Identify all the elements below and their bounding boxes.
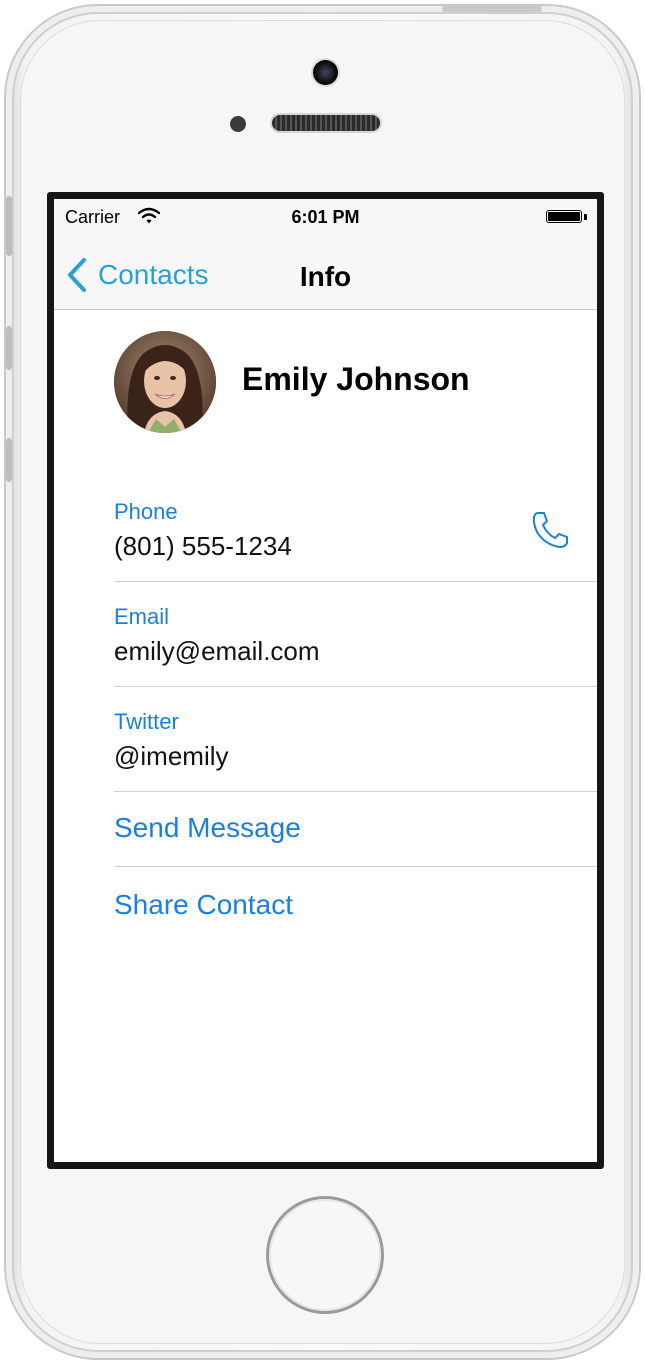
phone-row[interactable]: Phone (801) 555-1234	[114, 489, 597, 582]
twitter-value: @imemily	[114, 741, 229, 771]
screen-bezel: Carrier 6:01 PM Contacts Info Emily John…	[47, 192, 604, 1169]
page-title: Info	[299, 261, 352, 292]
mute-switch	[6, 196, 12, 256]
email-label: Email	[114, 604, 170, 629]
volume-up-button	[6, 326, 12, 370]
battery-tip	[584, 214, 587, 220]
battery-icon	[546, 210, 582, 223]
phone-icon[interactable]	[529, 509, 571, 551]
camera-icon	[313, 60, 338, 85]
earpiece-speaker	[272, 115, 380, 131]
volume-down-button	[6, 438, 12, 482]
email-row[interactable]: Email emily@email.com	[114, 582, 597, 687]
twitter-row[interactable]: Twitter @imemily	[114, 687, 597, 792]
avatar	[114, 331, 216, 433]
email-value: emily@email.com	[114, 636, 320, 666]
phone-label: Phone	[114, 499, 178, 524]
send-message-button[interactable]: Send Message	[114, 812, 301, 844]
home-button[interactable]	[269, 1199, 381, 1311]
phone-value: (801) 555-1234	[114, 531, 292, 561]
navigation-header: Carrier 6:01 PM Contacts Info	[54, 199, 597, 310]
twitter-label: Twitter	[114, 709, 179, 734]
proximity-sensor	[230, 116, 246, 132]
send-message-row[interactable]: Send Message	[114, 792, 597, 867]
contact-name: Emily Johnson	[242, 361, 470, 397]
status-time: 6:01 PM	[291, 207, 360, 227]
share-contact-button[interactable]: Share Contact	[114, 889, 293, 921]
sleep-button	[442, 6, 542, 12]
screen: Carrier 6:01 PM Contacts Info Emily John…	[54, 199, 597, 1162]
status-bar: Carrier 6:01 PM	[54, 199, 597, 239]
